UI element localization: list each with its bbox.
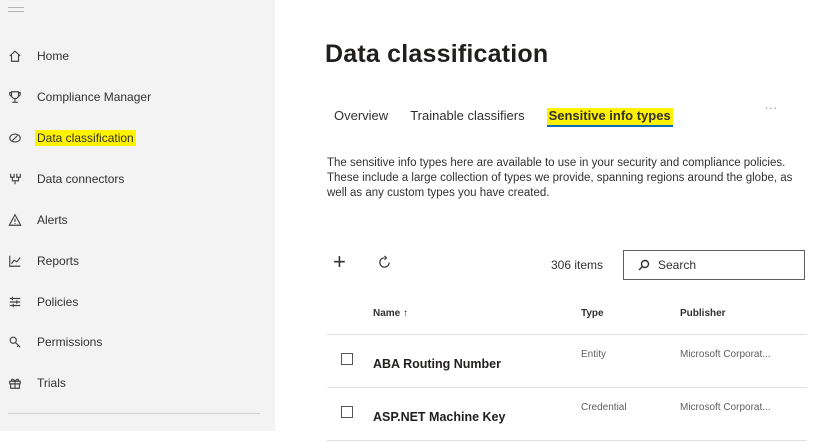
page-title: Data classification [325, 40, 549, 68]
row-name[interactable]: ASP.NET Machine Key [373, 410, 505, 424]
sensitive-info-types-table: Name ↑ Type Publisher ABA Routing Number… [327, 296, 807, 441]
sidebar-item-label: Home [37, 49, 70, 63]
home-icon [7, 48, 23, 64]
sidebar-item-label: Data classification [35, 130, 136, 146]
column-header-type[interactable]: Type [581, 308, 604, 319]
policies-icon [7, 294, 23, 310]
tab-bar: Overview Trainable classifiers Sensitive… [334, 108, 695, 127]
search-box[interactable] [623, 250, 805, 280]
data-classification-icon [7, 130, 23, 146]
main-content: Data classification Overview Trainable c… [275, 0, 836, 441]
tab-trainable-classifiers[interactable]: Trainable classifiers [410, 108, 524, 127]
gift-icon [7, 375, 23, 391]
sidebar-item-label: Alerts [37, 213, 68, 227]
more-tabs-icon[interactable]: ... [765, 98, 778, 112]
row-publisher: Microsoft Corporat... [680, 402, 771, 413]
sidebar-item-reports[interactable]: Reports [0, 247, 275, 275]
row-type: Entity [581, 349, 607, 360]
row-checkbox[interactable] [341, 353, 353, 365]
sidebar-item-data-connectors[interactable]: Data connectors [0, 165, 275, 193]
chart-line-icon [7, 253, 23, 269]
sidebar-item-label: Compliance Manager [37, 90, 152, 104]
item-count: 306 items [551, 258, 604, 272]
column-header-publisher[interactable]: Publisher [680, 308, 726, 319]
sidebar-divider [8, 413, 260, 414]
sidebar-item-policies[interactable]: Policies [0, 288, 275, 316]
sidebar-item-home[interactable]: Home [0, 42, 275, 70]
page-description: The sensitive info types here are availa… [327, 157, 793, 199]
search-icon [638, 259, 650, 271]
refresh-icon[interactable] [377, 255, 393, 271]
table-header: Name ↑ Type Publisher [327, 296, 807, 335]
sidebar-item-label: Data connectors [37, 172, 125, 186]
row-checkbox[interactable] [341, 406, 353, 418]
sidebar-item-label: Policies [37, 295, 79, 309]
row-publisher: Microsoft Corporat... [680, 349, 771, 360]
toolbar: + 306 items [333, 250, 813, 282]
sidebar-item-compliance-manager[interactable]: Compliance Manager [0, 83, 275, 111]
trophy-icon [7, 89, 23, 105]
sidebar-item-data-classification[interactable]: Data classification [0, 124, 275, 152]
add-button[interactable]: + [333, 251, 355, 274]
table-row[interactable]: ABA Routing Number Entity Microsoft Corp… [327, 335, 807, 388]
hamburger-menu-icon[interactable] [8, 4, 24, 16]
tab-sensitive-info-types[interactable]: Sensitive info types [546, 108, 673, 127]
alert-icon [7, 212, 23, 228]
sidebar-item-permissions[interactable]: Permissions [0, 328, 275, 356]
sidebar-item-trials[interactable]: Trials [0, 369, 275, 397]
row-type: Credential [581, 402, 627, 413]
sidebar-item-label: Permissions [37, 335, 103, 349]
table-row[interactable]: ASP.NET Machine Key Credential Microsoft… [327, 388, 807, 441]
row-name[interactable]: ABA Routing Number [373, 357, 501, 371]
column-header-name[interactable]: Name ↑ [373, 308, 408, 319]
search-input[interactable] [656, 257, 790, 273]
sidebar-nav: Home Compliance Manager Data classificat… [0, 0, 275, 431]
permissions-key-icon [7, 334, 23, 350]
sidebar-item-label: Reports [37, 254, 80, 268]
sidebar-item-alerts[interactable]: Alerts [0, 206, 275, 234]
sidebar-item-label: Trials [37, 376, 66, 390]
connector-icon [7, 171, 23, 187]
tab-overview[interactable]: Overview [334, 108, 388, 127]
